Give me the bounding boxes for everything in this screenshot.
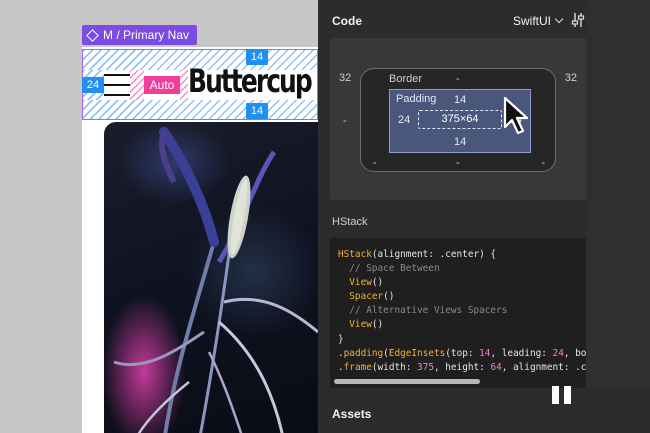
panel-scroll-gutter — [586, 0, 650, 433]
code-line: HStack(alignment: .center) { — [338, 249, 497, 260]
frame-label-tag[interactable]: M / Primary Nav — [82, 25, 198, 45]
pause-icon-bar-right — [563, 386, 571, 404]
code-snippet[interactable]: HStack(alignment: .center) { // Space Be… — [330, 238, 586, 388]
brand-wordmark: Buttercup — [188, 62, 313, 100]
border-top-value: - — [456, 73, 460, 85]
sliders-icon[interactable] — [570, 12, 586, 28]
code-line: View() — [338, 277, 384, 289]
code-horizontal-scrollbar[interactable] — [334, 379, 480, 384]
inspector-panel: Code SwiftUI 32 Border - 32 - - - - Padd… — [318, 0, 650, 433]
design-canvas[interactable]: M / Primary Nav 14 24 14 Auto Buttercup — [0, 0, 318, 433]
code-line: .frame(width: 375, height: 64, alignment… — [338, 361, 586, 373]
spacing-left-badge: 24 — [82, 77, 104, 93]
assets-section: Assets — [318, 388, 650, 433]
spacing-bottom-badge: 14 — [246, 103, 268, 119]
border-left-value: 32 — [339, 72, 352, 84]
code-line: View() — [338, 319, 384, 331]
corner-bottom-right-value: - — [541, 157, 545, 169]
pause-button[interactable] — [544, 376, 578, 414]
code-block: HStack(alignment: .center) { // Space Be… — [338, 248, 586, 375]
code-line: // Alternative Views Spacers — [338, 305, 508, 317]
code-line: } — [338, 333, 344, 345]
box-model-inspector: 32 Border - 32 - - - - Padding 14 24 24 … — [330, 38, 586, 200]
assets-label: Assets — [332, 407, 372, 421]
corner-bottom-left-value: - — [373, 157, 377, 169]
chevron-down-icon — [554, 14, 564, 24]
plant-illustration — [113, 127, 318, 433]
content-size-box: 375×64 — [418, 110, 502, 129]
code-line: .padding(EdgeInsets(top: 14, leading: 24… — [338, 347, 586, 359]
language-value: SwiftUI — [513, 14, 552, 28]
outer-left-value: - — [343, 115, 347, 127]
code-line: Spacer() — [338, 291, 395, 303]
padding-label: Padding — [396, 93, 437, 105]
padding-top-value[interactable]: 14 — [454, 94, 466, 106]
code-line: // Space Between — [338, 263, 440, 275]
border-right-value: 32 — [564, 72, 577, 84]
hamburger-menu-icon[interactable] — [104, 70, 130, 100]
panel-title: Code — [332, 14, 362, 28]
plant-photo — [104, 122, 318, 433]
padding-left-value[interactable]: 24 — [398, 114, 410, 126]
component-icon — [86, 28, 99, 42]
border-label: Border — [389, 73, 423, 85]
frame-label-text: M / Primary Nav — [103, 28, 190, 42]
language-select[interactable]: SwiftUI — [513, 14, 564, 28]
cursor-pointer-icon — [503, 96, 529, 135]
auto-spacing-chip[interactable]: Auto — [144, 76, 180, 94]
border-bottom-value: - — [456, 157, 460, 169]
padding-bottom-value[interactable]: 14 — [454, 136, 466, 148]
pause-icon-bar-left — [551, 386, 559, 404]
section-label-hstack: HStack — [332, 216, 368, 228]
